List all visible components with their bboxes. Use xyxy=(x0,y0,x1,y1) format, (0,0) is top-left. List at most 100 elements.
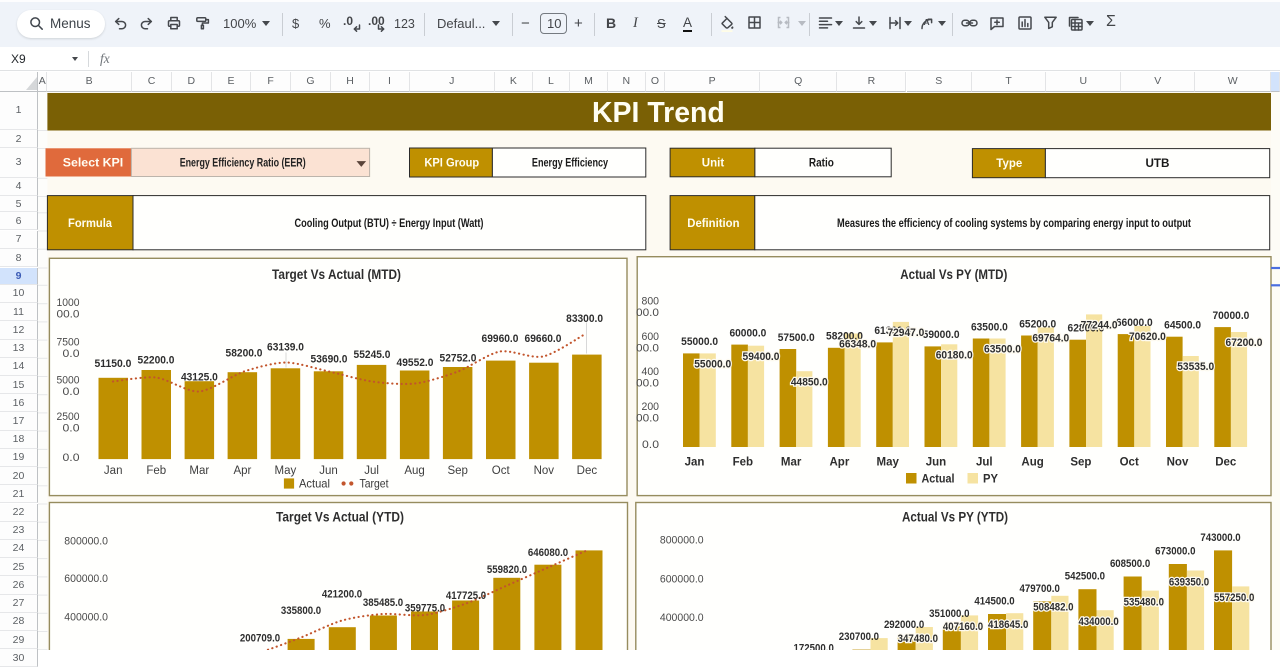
svg-text:Jun: Jun xyxy=(319,464,338,476)
svg-text:292000.0: 292000.0 xyxy=(884,619,924,631)
svg-text:43125.0: 43125.0 xyxy=(181,371,218,383)
svg-text:00.0: 00.0 xyxy=(636,307,659,319)
svg-text:673000.0: 673000.0 xyxy=(1155,545,1195,557)
svg-text:Oct: Oct xyxy=(1120,456,1139,468)
svg-text:KPI Trend: KPI Trend xyxy=(592,97,725,129)
svg-text:434000.0: 434000.0 xyxy=(1078,616,1118,628)
svg-text:Actual: Actual xyxy=(299,476,330,490)
svg-text:608500.0: 608500.0 xyxy=(1110,558,1150,570)
svg-text:407160.0: 407160.0 xyxy=(943,621,983,633)
svg-text:51150.0: 51150.0 xyxy=(95,357,132,369)
svg-text:400000.0: 400000.0 xyxy=(64,611,108,623)
svg-text:743000.0: 743000.0 xyxy=(1200,531,1240,543)
svg-text:Energy Efficiency Ratio (EER): Energy Efficiency Ratio (EER) xyxy=(180,156,306,169)
svg-text:600: 600 xyxy=(642,330,660,342)
svg-text:57500.0: 57500.0 xyxy=(778,331,815,343)
svg-text:Actual Vs PY (MTD): Actual Vs PY (MTD) xyxy=(900,265,1007,281)
svg-text:44850.0: 44850.0 xyxy=(791,376,828,388)
svg-text:Dec: Dec xyxy=(1215,456,1237,468)
svg-text:Ratio: Ratio xyxy=(809,156,834,169)
svg-text:Apr: Apr xyxy=(829,456,849,468)
svg-text:Mar: Mar xyxy=(189,464,209,476)
svg-text:70000.0: 70000.0 xyxy=(1212,309,1249,321)
svg-text:1000: 1000 xyxy=(57,297,80,309)
svg-text:600000.0: 600000.0 xyxy=(660,573,704,585)
svg-text:Select KPI: Select KPI xyxy=(63,155,124,169)
svg-text:Target: Target xyxy=(360,476,390,490)
svg-text:77244.0: 77244.0 xyxy=(1081,319,1118,331)
svg-text:55000.0: 55000.0 xyxy=(681,336,718,348)
svg-text:Feb: Feb xyxy=(146,464,166,476)
svg-text:59000.0: 59000.0 xyxy=(923,329,960,341)
svg-text:52200.0: 52200.0 xyxy=(138,354,175,366)
svg-text:800000.0: 800000.0 xyxy=(660,534,704,546)
svg-text:Aug: Aug xyxy=(1021,456,1043,468)
svg-text:66348.0: 66348.0 xyxy=(839,338,876,350)
svg-text:Measures the efficiency of coo: Measures the efficiency of cooling syste… xyxy=(837,216,1191,229)
svg-text:417725.0: 417725.0 xyxy=(446,589,486,601)
svg-text:Apr: Apr xyxy=(233,464,251,476)
svg-text:00.0: 00.0 xyxy=(636,342,659,354)
svg-text:230700.0: 230700.0 xyxy=(839,631,879,643)
svg-text:Jul: Jul xyxy=(976,456,993,468)
svg-text:72947.0: 72947.0 xyxy=(887,327,924,339)
svg-text:Actual: Actual xyxy=(922,471,955,485)
svg-text:347480.0: 347480.0 xyxy=(898,632,938,644)
svg-text:PY: PY xyxy=(983,471,998,485)
svg-text:00.0: 00.0 xyxy=(636,412,659,424)
svg-text:63139.0: 63139.0 xyxy=(267,341,304,353)
svg-text:65200.0: 65200.0 xyxy=(1019,318,1056,330)
svg-text:Jun: Jun xyxy=(926,456,946,468)
svg-text:53535.0: 53535.0 xyxy=(1177,361,1214,373)
svg-text:418645.0: 418645.0 xyxy=(988,619,1028,631)
svg-text:UTB: UTB xyxy=(1146,157,1170,170)
svg-text:69764.0: 69764.0 xyxy=(1032,332,1069,344)
svg-text:559820.0: 559820.0 xyxy=(487,564,527,576)
svg-text:335800.0: 335800.0 xyxy=(281,605,321,617)
svg-text:53690.0: 53690.0 xyxy=(311,353,348,365)
svg-text:59400.0: 59400.0 xyxy=(743,350,780,362)
svg-text:00.0: 00.0 xyxy=(57,308,80,320)
svg-text:Jul: Jul xyxy=(364,464,379,476)
svg-text:Energy Efficiency: Energy Efficiency xyxy=(532,156,609,169)
svg-text:63500.0: 63500.0 xyxy=(984,343,1021,355)
svg-text:Jan: Jan xyxy=(685,456,705,468)
svg-text:69660.0: 69660.0 xyxy=(525,333,562,345)
svg-text:55245.0: 55245.0 xyxy=(354,349,391,361)
svg-text:Target Vs Actual (YTD): Target Vs Actual (YTD) xyxy=(276,508,404,524)
svg-text:Definition: Definition xyxy=(687,215,739,229)
svg-text:70620.0: 70620.0 xyxy=(1129,331,1166,343)
svg-text:64500.0: 64500.0 xyxy=(1164,319,1201,331)
svg-text:351000.0: 351000.0 xyxy=(929,607,969,619)
svg-text:60000.0: 60000.0 xyxy=(729,327,766,339)
svg-text:5000: 5000 xyxy=(57,374,80,386)
svg-text:67200.0: 67200.0 xyxy=(1226,337,1263,349)
svg-text:Oct: Oct xyxy=(492,464,511,476)
svg-text:600000.0: 600000.0 xyxy=(64,572,108,584)
svg-text:200: 200 xyxy=(642,401,660,413)
svg-text:508482.0: 508482.0 xyxy=(1033,601,1073,613)
svg-text:69960.0: 69960.0 xyxy=(482,333,519,345)
svg-text:A: A xyxy=(924,17,930,27)
svg-text:Target Vs Actual (MTD): Target Vs Actual (MTD) xyxy=(272,265,401,281)
svg-text:646080.0: 646080.0 xyxy=(528,547,568,559)
svg-text:400000.0: 400000.0 xyxy=(660,611,704,623)
svg-text:421200.0: 421200.0 xyxy=(322,588,362,600)
svg-text:0.0: 0.0 xyxy=(63,386,80,398)
svg-text:May: May xyxy=(275,464,297,476)
svg-text:2500: 2500 xyxy=(57,411,80,423)
svg-text:359775.0: 359775.0 xyxy=(405,602,445,614)
svg-text:Jan: Jan xyxy=(104,464,123,476)
svg-text:83300.0: 83300.0 xyxy=(566,312,603,324)
svg-text:Mar: Mar xyxy=(781,456,802,468)
svg-text:Unit: Unit xyxy=(702,155,724,169)
svg-text:Nov: Nov xyxy=(1167,456,1189,468)
svg-text:Nov: Nov xyxy=(534,464,555,476)
svg-text:Feb: Feb xyxy=(733,456,753,468)
svg-text:Sep: Sep xyxy=(447,464,467,476)
svg-text:Aug: Aug xyxy=(404,464,424,476)
svg-text:0.0: 0.0 xyxy=(63,452,80,464)
svg-text:Dec: Dec xyxy=(577,464,598,476)
svg-text:0.0: 0.0 xyxy=(642,439,659,451)
svg-text:639350.0: 639350.0 xyxy=(1169,576,1209,588)
